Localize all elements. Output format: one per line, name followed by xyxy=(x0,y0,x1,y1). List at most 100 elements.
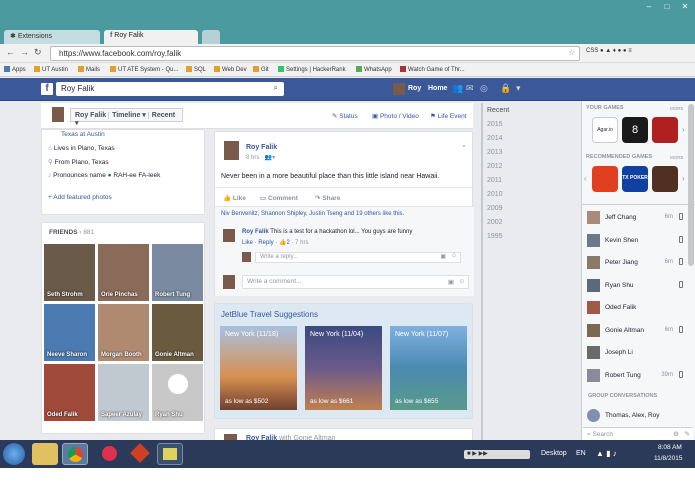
bookmark-mails[interactable]: Mails xyxy=(78,66,100,73)
chat-contact[interactable]: Jeff Chang 6m xyxy=(585,211,685,225)
friend-tile[interactable]: Morgan Booth xyxy=(98,304,149,361)
extension-icons[interactable]: CSS ● ▲ ♦ ● ● ≡ xyxy=(586,48,632,54)
settings-icon[interactable]: ⚙ xyxy=(673,430,679,438)
language-indicator[interactable]: EN xyxy=(576,450,586,457)
group-conversation[interactable]: Thomas, Alex, Roy xyxy=(585,409,685,423)
settings-dropdown-icon[interactable]: ▾ xyxy=(516,83,521,94)
friend-tile[interactable]: Robert Tung xyxy=(152,244,203,301)
post-meta[interactable]: 8 hrs · 👥▾ xyxy=(246,154,275,161)
chat-contact[interactable]: Oded Falik xyxy=(585,301,685,315)
media-controls[interactable]: ■ ▶ ▶▶ xyxy=(464,450,530,459)
bookmark-ut-austin[interactable]: UT Austin xyxy=(34,66,68,73)
year-link[interactable]: 1995 xyxy=(487,233,503,240)
comment-actions[interactable]: Like · Reply · 👍2 · 7 hrs xyxy=(242,239,309,246)
friends-heading[interactable]: FRIENDS · 881 xyxy=(49,229,94,236)
reload-icon[interactable]: ↻ xyxy=(34,47,42,58)
chat-contact[interactable]: Kevin Shen xyxy=(585,234,685,248)
friend-tile[interactable]: Seth Strohm xyxy=(44,244,95,301)
life-event-link[interactable]: ⚑ Life Event xyxy=(430,112,467,120)
minimize-icon[interactable]: – xyxy=(640,2,658,12)
friend-tile[interactable]: Sapeer Azulay xyxy=(98,364,149,421)
address-bar[interactable]: https://www.facebook.com/roy.falik ☆ xyxy=(50,46,580,61)
home-link[interactable]: Home xyxy=(428,85,447,92)
compose-icon[interactable]: ✎ xyxy=(685,430,690,438)
game-agario[interactable]: Agar.io xyxy=(592,117,618,143)
profile-thumbnail[interactable] xyxy=(52,107,64,122)
system-tray-icons[interactable]: ▲ ▮ ♪ xyxy=(596,449,617,458)
photo-video-link[interactable]: ▣ Photo / Video xyxy=(372,112,419,120)
messages-icon[interactable]: ✉ xyxy=(466,83,474,94)
chrome-icon[interactable] xyxy=(62,443,88,465)
share-button[interactable]: ↷ Share xyxy=(315,194,340,202)
friend-tile[interactable]: Oded Falik xyxy=(44,364,95,421)
chat-search-input[interactable]: ⌕ Search ⚙ ✎ xyxy=(583,427,693,440)
reply-input[interactable]: Write a reply... ▣ ☺ xyxy=(255,252,461,263)
comment-input[interactable]: Write a comment... ▣ ☺ xyxy=(242,275,469,289)
school-text[interactable]: Texas at Austin xyxy=(61,131,105,138)
comment-button[interactable]: ▭ Comment xyxy=(260,194,298,202)
bookmark-git[interactable]: Git xyxy=(253,66,269,73)
header-profile-name[interactable]: Roy xyxy=(408,85,421,92)
more-games-link[interactable]: MORE xyxy=(670,106,684,111)
scrollbar[interactable] xyxy=(688,104,694,266)
chevron-right-icon[interactable]: › xyxy=(682,125,685,134)
game-solitaire[interactable] xyxy=(652,117,678,143)
post-options-icon[interactable]: ⌄ xyxy=(461,141,467,149)
bookmark-web-dev[interactable]: Web Dev xyxy=(214,66,247,73)
forward-icon[interactable]: → xyxy=(20,47,29,57)
game-8-ball[interactable]: 8 xyxy=(622,117,648,143)
post-author[interactable]: Roy Falik xyxy=(246,144,277,151)
add-featured-photos-link[interactable]: + Add featured photos xyxy=(48,194,112,201)
back-icon[interactable]: ← xyxy=(6,47,15,57)
year-link[interactable]: 2013 xyxy=(487,149,503,156)
chevron-right-icon[interactable]: › xyxy=(682,174,685,183)
year-link[interactable]: 2015 xyxy=(487,121,503,128)
more-recommended-link[interactable]: MORE xyxy=(670,155,684,160)
itunes-icon[interactable] xyxy=(96,443,122,465)
likes-summary[interactable]: Niv Benvenitz, Shannon Shipley, Justin T… xyxy=(221,211,404,217)
year-link[interactable]: 2009 xyxy=(487,205,503,212)
maximize-icon[interactable]: □ xyxy=(658,2,676,12)
year-link[interactable]: 2012 xyxy=(487,163,503,170)
chat-contact[interactable]: Peter Jiang 6m xyxy=(585,256,685,270)
notifications-icon[interactable]: ◎ xyxy=(480,83,488,94)
privacy-icon[interactable]: 🔒 xyxy=(500,83,511,94)
game-angry-birds[interactable] xyxy=(592,166,618,192)
friend-tile[interactable]: Ryan Shu xyxy=(152,364,203,421)
tab-roy-falik[interactable]: f Roy Falik xyxy=(104,30,198,44)
emoji-icon[interactable]: ☺ xyxy=(458,278,465,285)
camera-icon[interactable]: ▣ xyxy=(448,278,454,286)
facebook-search-input[interactable]: Roy Falik ⌕ xyxy=(56,82,284,96)
status-link[interactable]: ✎ Status xyxy=(332,112,358,120)
bookmark-game-of-thrones[interactable]: Watch Game of Thr... xyxy=(400,66,465,73)
travel-card[interactable]: New York (11/04) as low as $661 xyxy=(305,326,382,410)
play-icon[interactable]: ● xyxy=(108,172,112,179)
bookmark-ut-ate[interactable]: UT ATE System - Qu... xyxy=(110,66,178,73)
bookmark-apps[interactable]: Apps xyxy=(4,66,26,73)
friend-tile[interactable]: Neeve Sharon xyxy=(44,304,95,361)
app-icon[interactable] xyxy=(127,443,153,465)
start-button[interactable] xyxy=(3,443,25,465)
like-button[interactable]: 👍 Like xyxy=(223,194,246,202)
year-link[interactable]: 2010 xyxy=(487,191,503,198)
chat-contact[interactable]: Robert Tung 39m xyxy=(585,369,685,383)
game-tx-poker[interactable]: TX POKER xyxy=(622,166,648,192)
desktop-toolbar[interactable]: Desktop xyxy=(541,450,567,457)
play-icon[interactable]: ■ ▶ ▶▶ xyxy=(467,450,488,457)
friend-tile[interactable]: Orie Pinchas xyxy=(98,244,149,301)
chevron-left-icon[interactable]: ‹ xyxy=(584,174,587,183)
friend-tile[interactable]: Gonie Altman xyxy=(152,304,203,361)
bookmark-whatsapp[interactable]: WhatsApp xyxy=(356,66,392,73)
tab-extensions[interactable]: ✱ Extensions xyxy=(4,30,100,44)
camera-icon[interactable]: ▣ xyxy=(440,253,446,260)
notes-icon[interactable] xyxy=(157,443,183,465)
timeline-selector[interactable]: Roy Falik Timeline ▾ Recent ▾ xyxy=(70,108,183,127)
new-tab-button[interactable] xyxy=(202,30,220,44)
year-link[interactable]: 2002 xyxy=(487,219,503,226)
chat-contact[interactable]: Gonie Altman 6m xyxy=(585,324,685,338)
friend-requests-icon[interactable]: 👥 xyxy=(452,83,463,94)
avatar[interactable] xyxy=(223,229,235,242)
avatar[interactable] xyxy=(393,83,405,95)
clock-date[interactable]: 11/8/2015 xyxy=(654,455,682,462)
chat-contact[interactable]: Joseph Li xyxy=(585,346,685,360)
